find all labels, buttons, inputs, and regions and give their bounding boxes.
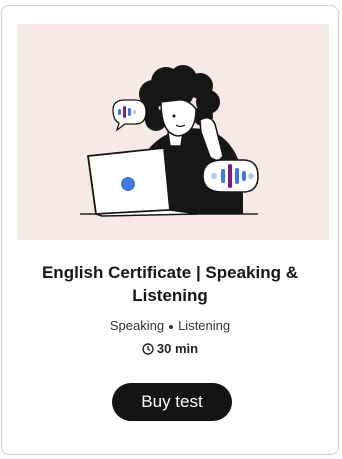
test-card: English Certificate | Speaking & Listeni… bbox=[1, 5, 339, 455]
buy-test-button[interactable]: Buy test bbox=[112, 383, 232, 421]
skill-listening: Listening bbox=[178, 318, 231, 333]
listening-illustration bbox=[80, 65, 259, 217]
duration-text: 30 min bbox=[156, 341, 199, 356]
test-duration: 30 min bbox=[2, 341, 338, 358]
sound-wave-icon bbox=[202, 159, 259, 193]
separator-dot bbox=[169, 324, 174, 329]
test-title: English Certificate | Speaking & Listeni… bbox=[41, 263, 299, 305]
skills-list: Speaking Listening bbox=[2, 318, 338, 333]
clock-icon bbox=[142, 343, 154, 358]
sound-wave-icon bbox=[112, 99, 147, 132]
skill-speaking: Speaking bbox=[109, 318, 165, 333]
card-illustration bbox=[18, 24, 329, 240]
